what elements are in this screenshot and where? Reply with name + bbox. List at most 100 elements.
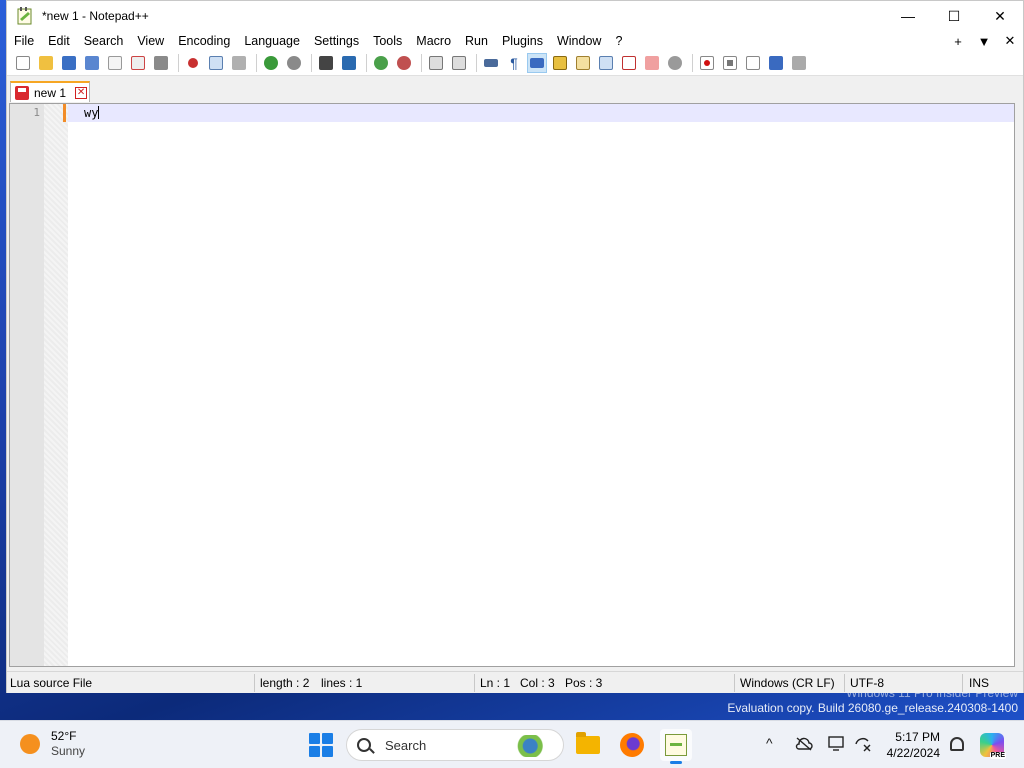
windows-logo-pane — [322, 746, 333, 757]
folder-icon — [576, 732, 600, 754]
document-list-icon[interactable] — [596, 53, 616, 73]
status-length: length : 2 — [260, 676, 310, 690]
weather-widget[interactable]: 52°F Sunny — [20, 729, 85, 759]
sun-icon — [20, 734, 40, 754]
windows-logo-pane — [309, 733, 320, 744]
copy-icon[interactable] — [206, 53, 226, 73]
record-macro-icon[interactable] — [697, 53, 717, 73]
paste-icon[interactable] — [229, 53, 249, 73]
status-divider — [734, 674, 735, 692]
clock-time: 5:17 PM — [895, 730, 940, 744]
editor-text[interactable]: wy — [84, 106, 100, 120]
stop-record-icon[interactable] — [720, 53, 740, 73]
copilot-icon[interactable]: PRE — [980, 733, 1006, 759]
firefox-icon — [620, 733, 644, 757]
tab-list-dropdown-button[interactable]: ▼ — [971, 34, 997, 49]
tray-overflow-chevron-icon[interactable]: ^ — [766, 735, 773, 751]
taskbar-search-label: Search — [385, 737, 427, 753]
save-all-icon[interactable] — [82, 53, 102, 73]
playback-icon[interactable] — [743, 53, 763, 73]
open-file-icon[interactable] — [36, 53, 56, 73]
status-lines: lines : 1 — [321, 676, 363, 690]
sync-horizontal-icon[interactable] — [449, 53, 469, 73]
save-icon[interactable] — [59, 53, 79, 73]
notepadpp-taskbar-button[interactable] — [660, 729, 692, 764]
status-divider — [962, 674, 963, 692]
status-pos: Pos : 3 — [565, 676, 603, 690]
status-eol[interactable]: Windows (CR LF) — [740, 676, 835, 690]
toolbar-separator — [692, 54, 693, 72]
close-button[interactable]: ✕ — [977, 1, 1023, 31]
status-divider — [474, 674, 475, 692]
toolbar-separator — [476, 54, 477, 72]
menu-run[interactable]: Run — [458, 31, 495, 51]
tab-new-1[interactable]: new 1 ✕ — [10, 81, 90, 102]
close-icon[interactable] — [105, 53, 125, 73]
new-tab-plus-button[interactable]: + — [945, 34, 971, 49]
status-divider — [844, 674, 845, 692]
word-wrap-icon[interactable] — [481, 53, 501, 73]
onedrive-offline-icon[interactable] — [795, 737, 813, 751]
folder-workspace-icon[interactable] — [642, 53, 662, 73]
close-all-icon[interactable] — [128, 53, 148, 73]
indent-guide-icon[interactable] — [527, 53, 547, 73]
menu-encoding[interactable]: Encoding — [171, 31, 237, 51]
close-document-button[interactable]: ✕ — [997, 33, 1023, 49]
menu-search[interactable]: Search — [77, 31, 131, 51]
start-button[interactable] — [309, 733, 333, 757]
show-all-chars-icon[interactable]: ¶ — [504, 53, 524, 73]
find-icon[interactable] — [316, 53, 336, 73]
weather-temp: 52°F — [51, 729, 77, 743]
minimize-button[interactable]: — — [885, 1, 931, 31]
status-encoding[interactable]: UTF-8 — [850, 676, 884, 690]
doc-map-icon[interactable] — [573, 53, 593, 73]
save-macro-icon[interactable] — [789, 53, 809, 73]
taskbar-clock[interactable]: 5:17 PM 4/22/2024 — [887, 729, 940, 761]
menu-settings[interactable]: Settings — [307, 31, 366, 51]
redo-icon[interactable] — [284, 53, 304, 73]
menu-help[interactable]: ? — [608, 31, 629, 51]
taskbar: 52°F Sunny Search ^ 5:17 PM 4/22/2024 PR… — [0, 720, 1024, 768]
menu-file[interactable]: File — [7, 31, 41, 51]
tab-bar: new 1 ✕ — [7, 78, 1023, 102]
search-highlight-icon — [515, 735, 553, 757]
editor-area[interactable]: 1 wy — [9, 103, 1015, 667]
menu-edit[interactable]: Edit — [41, 31, 77, 51]
run-multiple-icon[interactable] — [766, 53, 786, 73]
notepadpp-app-icon — [17, 7, 32, 25]
cut-icon[interactable] — [183, 53, 203, 73]
copilot-preview-badge: PRE — [989, 752, 1006, 759]
new-file-icon[interactable] — [13, 53, 33, 73]
menu-macro[interactable]: Macro — [409, 31, 458, 51]
menu-window[interactable]: Window — [550, 31, 608, 51]
zoom-in-icon[interactable] — [371, 53, 391, 73]
menu-language[interactable]: Language — [237, 31, 307, 51]
title-bar[interactable]: *new 1 - Notepad++ — ☐ ✕ — [7, 1, 1023, 31]
sync-vertical-icon[interactable] — [426, 53, 446, 73]
taskbar-search-box[interactable]: Search — [346, 729, 564, 761]
fold-margin[interactable] — [44, 104, 68, 666]
file-explorer-button[interactable] — [572, 729, 604, 761]
windows-logo-pane — [322, 733, 333, 744]
print-icon[interactable] — [151, 53, 171, 73]
firefox-button[interactable] — [616, 729, 648, 761]
toolbar-separator — [311, 54, 312, 72]
function-list-icon[interactable] — [619, 53, 639, 73]
monitoring-icon[interactable] — [665, 53, 685, 73]
network-disconnected-icon[interactable] — [854, 736, 872, 752]
replace-icon[interactable] — [339, 53, 359, 73]
undo-icon[interactable] — [261, 53, 281, 73]
menu-tools[interactable]: Tools — [366, 31, 409, 51]
zoom-out-icon[interactable] — [394, 53, 414, 73]
status-insert-mode[interactable]: INS — [969, 676, 989, 690]
notification-bell-icon[interactable] — [950, 737, 964, 751]
toolbar-separator — [421, 54, 422, 72]
maximize-button[interactable]: ☐ — [931, 1, 977, 31]
tab-close-icon[interactable]: ✕ — [75, 86, 88, 99]
menu-plugins[interactable]: Plugins — [495, 31, 550, 51]
user-language-icon[interactable] — [550, 53, 570, 73]
menu-view[interactable]: View — [130, 31, 171, 51]
notepadpp-icon — [665, 734, 687, 756]
change-history-marker — [63, 104, 66, 122]
display-icon[interactable] — [828, 736, 846, 752]
